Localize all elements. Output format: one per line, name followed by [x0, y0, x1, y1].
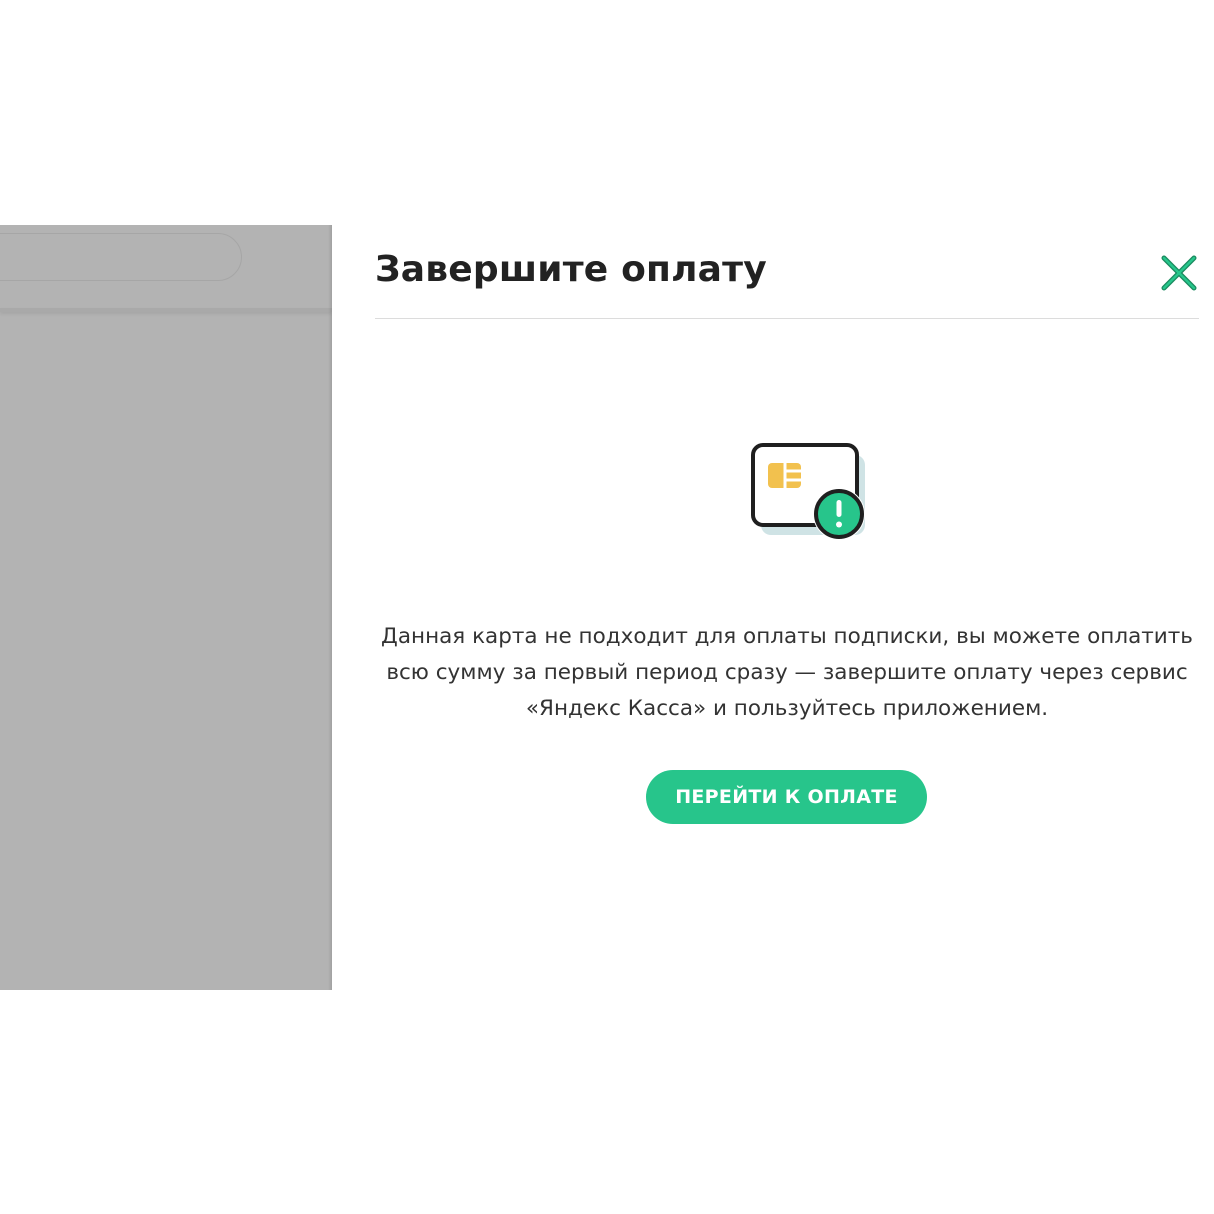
dimmed-background-app[interactable]	[0, 225, 332, 990]
page: Завершите оплату Данная карта не подходи…	[0, 0, 1214, 1214]
go-to-payment-button[interactable]: ПЕРЕЙТИ К ОПЛАТЕ	[646, 770, 927, 824]
background-search-field	[0, 233, 242, 281]
payment-message: Данная карта не подходит для оплаты подп…	[381, 624, 1193, 721]
app-screen: Завершите оплату Данная карта не подходи…	[0, 225, 1214, 990]
payment-modal: Завершите оплату Данная карта не подходи…	[332, 225, 1214, 990]
card-warning-illustration	[751, 443, 869, 543]
card-warning-icon	[751, 443, 865, 540]
background-header-divider	[0, 308, 332, 312]
close-icon	[1161, 255, 1197, 291]
modal-title: Завершите оплату	[375, 249, 767, 290]
close-button[interactable]	[1157, 251, 1201, 295]
modal-header: Завершите оплату	[375, 225, 1199, 319]
